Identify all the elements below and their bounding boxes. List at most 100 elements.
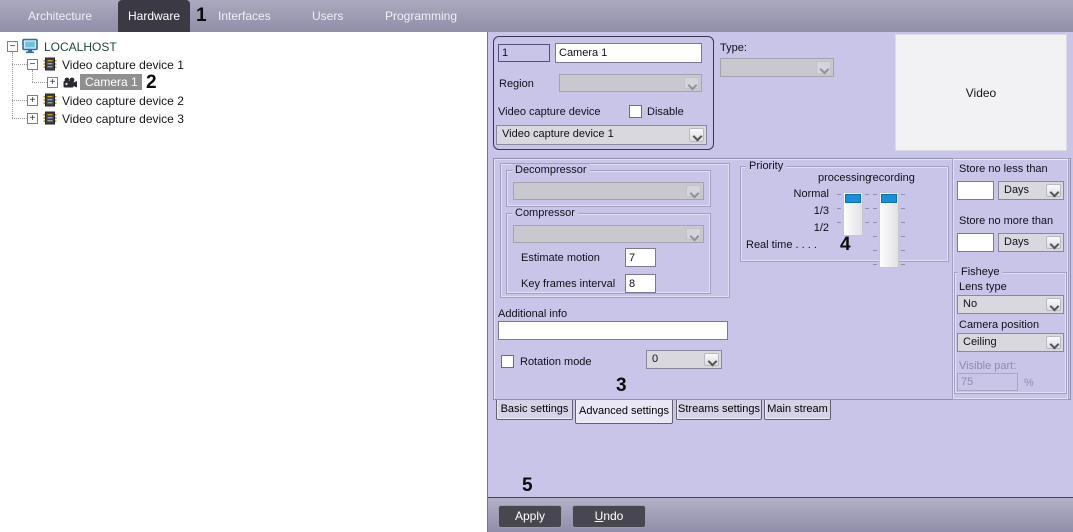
chevron-down-icon [816, 61, 831, 74]
store-min-input[interactable] [957, 181, 994, 200]
monitor-icon [22, 38, 38, 54]
decompressor-label: Decompressor [512, 164, 590, 176]
step-annotation-4: 4 [840, 234, 851, 255]
additional-info-label: Additional info [498, 308, 568, 320]
priority-recording-column-label: recording [869, 172, 915, 184]
video-preview: Video [895, 34, 1067, 151]
tree-item-video-capture-device-2[interactable]: Video capture device 2 [62, 94, 184, 109]
chevron-down-icon [1046, 336, 1061, 349]
top-menu-bar: Architecture Hardware 1 Interfaces Users… [0, 0, 1073, 33]
expand-collapse-icon[interactable] [27, 59, 38, 70]
tab-streams-settings[interactable]: Streams settings [676, 400, 762, 420]
apply-button[interactable]: Apply [498, 505, 562, 528]
camera-position-label: Camera position [959, 319, 1040, 331]
expand-collapse-icon[interactable] [27, 113, 38, 124]
type-select [720, 58, 834, 77]
tree-item-camera-1[interactable]: Camera 1 [85, 75, 138, 90]
expand-collapse-icon[interactable] [27, 95, 38, 106]
tab-advanced-settings[interactable]: Advanced settings [575, 400, 673, 424]
store-min-unit-select[interactable]: Days [998, 181, 1064, 200]
compressor-select [513, 225, 704, 243]
visible-part-input [957, 373, 1018, 391]
priority-label: Priority [746, 160, 787, 172]
store-min-label: Store no less than [959, 163, 1048, 175]
estimate-motion-input[interactable] [625, 248, 656, 267]
chevron-down-icon [1046, 236, 1061, 249]
rotation-mode-checkbox[interactable] [501, 355, 514, 368]
chevron-down-icon [1046, 184, 1061, 197]
video-capture-device-select[interactable]: Video capture device 1 [496, 125, 707, 145]
chevron-down-icon [684, 77, 699, 89]
tab-main-stream[interactable]: Main stream [764, 400, 831, 420]
store-max-input[interactable] [957, 233, 994, 252]
rotation-mode-label: Rotation mode [520, 356, 592, 368]
processing-priority-slider[interactable] [843, 192, 863, 236]
type-label: Type: [720, 42, 747, 54]
menu-item-architecture[interactable]: Architecture [28, 9, 92, 23]
additional-info-input[interactable] [498, 321, 728, 340]
action-bar: Apply Undo [488, 497, 1073, 532]
settings-panel: Region Video capture device Disable Vide… [487, 32, 1073, 532]
step-annotation-5: 5 [522, 475, 533, 496]
tree-connector [12, 100, 27, 101]
camera-name-input[interactable] [555, 43, 702, 63]
step-annotation-3: 3 [616, 375, 627, 396]
chevron-down-icon [686, 228, 701, 240]
priority-processing-column-label: processing [818, 172, 872, 184]
visible-part-unit-label: % [1024, 377, 1034, 389]
visible-part-label: Visible part: [959, 360, 1017, 372]
region-select [559, 74, 702, 92]
slider-ticks [873, 194, 877, 266]
expand-collapse-icon[interactable] [7, 41, 18, 52]
fisheye-label: Fisheye [958, 266, 1003, 278]
menu-item-programming[interactable]: Programming [385, 9, 457, 23]
priority-row-real-time: Real time . . . . [746, 239, 817, 251]
tree-connector [32, 70, 33, 82]
tree-item-video-capture-device-1[interactable]: Video capture device 1 [62, 58, 184, 73]
step-annotation-1: 1 [196, 5, 207, 26]
lens-type-select[interactable]: No [957, 295, 1064, 314]
menu-item-hardware[interactable]: Hardware [118, 0, 190, 33]
priority-row-one-third: 1/3 [813, 205, 829, 217]
key-frames-interval-input[interactable] [625, 274, 656, 293]
menu-item-interfaces[interactable]: Interfaces [218, 9, 271, 23]
recording-priority-slider[interactable] [879, 192, 899, 268]
tree-connector [32, 82, 47, 83]
priority-row-normal: Normal [793, 188, 829, 200]
chevron-down-icon [1046, 298, 1061, 311]
expand-collapse-icon[interactable] [47, 77, 58, 88]
priority-row-one-half: 1/2 [813, 222, 829, 234]
menu-item-users[interactable]: Users [312, 9, 343, 23]
slider-handle[interactable] [845, 194, 861, 203]
tree-connector [12, 64, 27, 65]
rotation-mode-select[interactable]: 0 [646, 350, 722, 369]
step-annotation-2: 2 [146, 72, 157, 93]
store-max-unit-select[interactable]: Days [998, 233, 1064, 252]
compressor-label: Compressor [512, 207, 578, 219]
chip-icon [42, 56, 58, 72]
slider-ticks [865, 194, 869, 234]
slider-ticks [837, 194, 841, 234]
key-frames-interval-label: Key frames interval [521, 278, 616, 290]
camera-id-input[interactable] [498, 44, 550, 62]
chip-icon [42, 92, 58, 108]
disable-checkbox[interactable] [629, 105, 642, 118]
undo-button[interactable]: Undo [572, 505, 646, 528]
region-label: Region [499, 78, 534, 90]
tree-connector [12, 52, 13, 118]
slider-handle[interactable] [881, 194, 897, 203]
tree-item-localhost[interactable]: LOCALHOST [44, 40, 117, 55]
estimate-motion-label: Estimate motion [521, 252, 600, 264]
lens-type-label: Lens type [959, 281, 1007, 293]
decompressor-select [513, 182, 704, 200]
camera-position-select[interactable]: Ceiling [957, 333, 1064, 352]
chevron-down-icon [689, 128, 704, 142]
device-tree: LOCALHOST Video capture device 1 Camera … [0, 32, 487, 532]
slider-ticks [901, 194, 905, 266]
chip-icon [42, 110, 58, 126]
tree-item-video-capture-device-3[interactable]: Video capture device 3 [62, 112, 184, 127]
chevron-down-icon [686, 185, 701, 197]
video-capture-device-label: Video capture device [498, 106, 601, 118]
tab-basic-settings[interactable]: Basic settings [496, 400, 573, 420]
camera-icon [62, 75, 78, 91]
